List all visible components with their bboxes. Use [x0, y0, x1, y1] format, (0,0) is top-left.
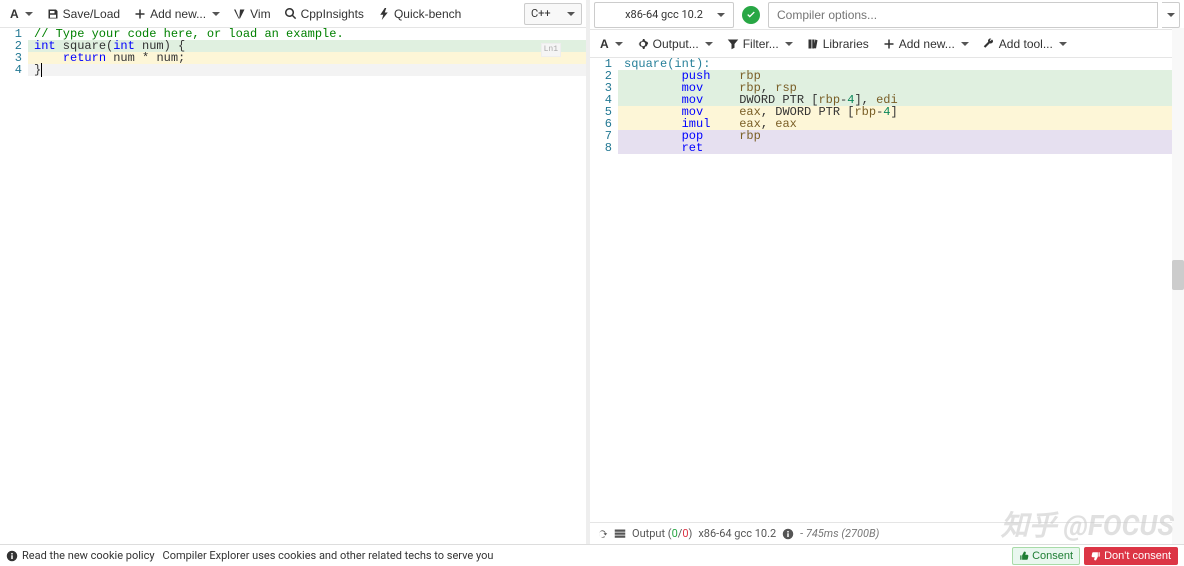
compiler-statusbar: Output (0/0) x86-64 gcc 10.2 - 745ms (27… — [590, 522, 1184, 544]
code-line[interactable]: ret — [618, 142, 1184, 154]
info-icon — [6, 550, 18, 562]
source-pane: A Save/Load Add new... Vim CppInsights — [0, 0, 590, 544]
source-gutter: 1234 — [0, 28, 28, 544]
refresh-icon[interactable] — [596, 528, 608, 540]
compiler-select[interactable]: x86-64 gcc 10.2 — [594, 2, 734, 28]
vertical-scrollbar[interactable] — [1172, 28, 1184, 544]
cookie-bar: Read the new cookie policy Compiler Expl… — [0, 544, 1184, 566]
thumbs-up-icon — [1019, 551, 1029, 561]
compiler-options-dropdown[interactable] — [1162, 2, 1180, 28]
font-menu[interactable]: A — [4, 4, 39, 24]
add-new-button[interactable]: Add new... — [128, 4, 226, 24]
thumbs-down-icon — [1091, 551, 1101, 561]
check-icon — [746, 10, 756, 20]
filter-icon — [727, 38, 739, 50]
compiler-toolbar: A Output... Filter... Libraries Add new.… — [590, 30, 1184, 58]
info-icon[interactable] — [782, 528, 794, 540]
vim-button[interactable]: Vim — [228, 4, 276, 24]
filter-menu[interactable]: Filter... — [721, 34, 799, 54]
source-toolbar: A Save/Load Add new... Vim CppInsights — [0, 0, 586, 28]
asm-gutter: 12345678 — [590, 58, 618, 522]
cppinsights-button[interactable]: CppInsights — [279, 4, 370, 24]
language-select[interactable]: C++ — [524, 3, 582, 25]
source-editor[interactable]: 1234 // Type your code here, or load an … — [0, 28, 586, 544]
code-line[interactable]: } — [28, 64, 586, 76]
plus-icon — [883, 38, 895, 50]
libraries-button[interactable]: Libraries — [801, 34, 875, 54]
asm-font-menu[interactable]: A — [594, 34, 629, 54]
gear-icon — [637, 38, 649, 50]
asm-editor[interactable]: 12345678 square(int): push rbp mov rbp, … — [590, 58, 1184, 522]
add-tool-button[interactable]: Add tool... — [977, 34, 1073, 54]
compiler-top-row: x86-64 gcc 10.2 — [590, 0, 1184, 30]
save-icon — [47, 8, 59, 20]
output-menu[interactable]: Output... — [631, 34, 719, 54]
quickbench-button[interactable]: Quick-bench — [372, 4, 467, 24]
vim-icon — [234, 8, 246, 20]
code-line[interactable]: return num * num; — [28, 52, 586, 64]
wrench-icon — [983, 38, 995, 50]
consent-button[interactable]: Consent — [1012, 547, 1080, 565]
compiler-options-input[interactable] — [768, 2, 1158, 28]
book-icon — [807, 38, 819, 50]
cookie-policy-link[interactable]: Read the new cookie policy — [22, 549, 155, 562]
dont-consent-button[interactable]: Don't consent — [1084, 547, 1178, 565]
compile-status-ok — [742, 6, 760, 24]
bolt-icon — [378, 8, 390, 20]
search-icon — [285, 8, 297, 20]
cookie-message: Compiler Explorer uses cookies and other… — [163, 549, 494, 562]
asm-add-new-button[interactable]: Add new... — [877, 34, 975, 54]
compiler-pane: x86-64 gcc 10.2 A Output... Filter... — [590, 0, 1184, 544]
minimap-badge: Ln1 — [541, 43, 561, 57]
output-icon[interactable] — [614, 528, 626, 540]
save-load-button[interactable]: Save/Load — [41, 4, 126, 24]
plus-icon — [134, 8, 146, 20]
